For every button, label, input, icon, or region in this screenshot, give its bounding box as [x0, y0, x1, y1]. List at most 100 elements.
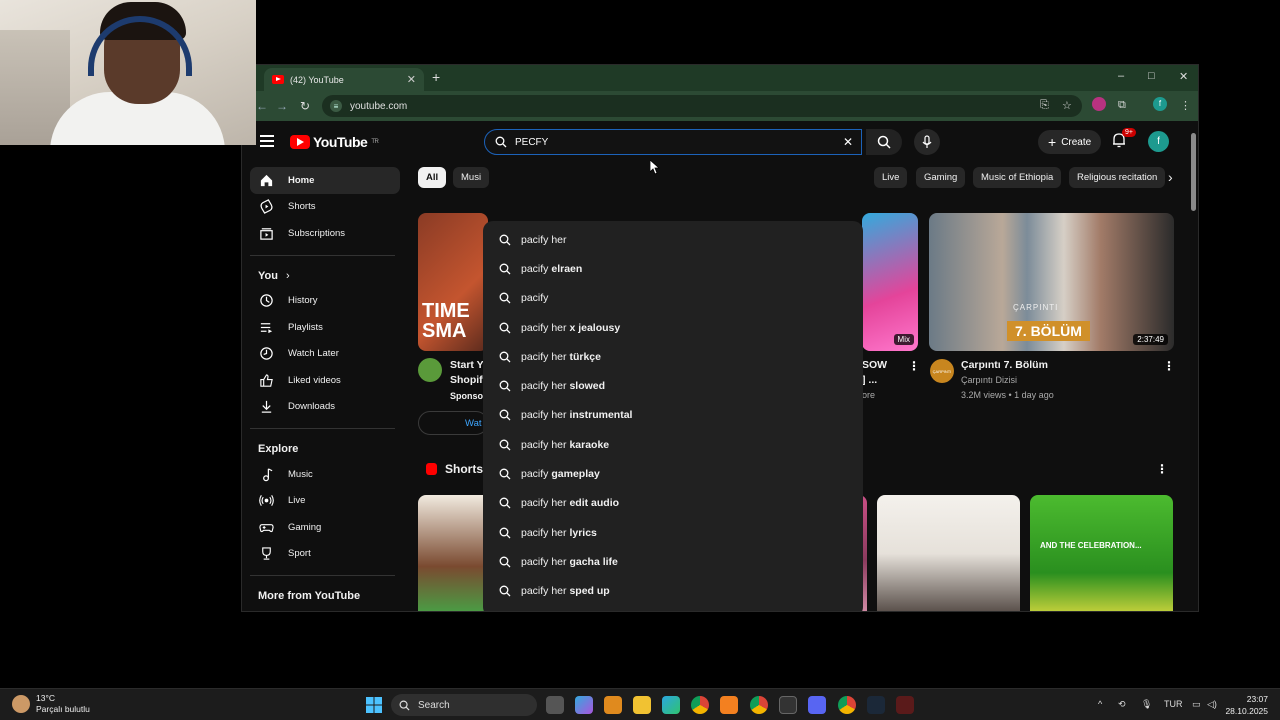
menu-hamburger-icon[interactable] [260, 135, 274, 147]
short-thumbnail-5[interactable]: AND THE CELEBRATION... [1030, 495, 1173, 611]
sidebar-item-playlists[interactable]: Playlists [250, 314, 400, 341]
sidebar-item-live[interactable]: Live [250, 488, 400, 515]
suggestion-item[interactable]: pacify her karaoke [483, 430, 863, 459]
video-title[interactable]: Çarpıntı 7. Bölüm [961, 359, 1048, 371]
chip-gaming[interactable]: Gaming [916, 167, 966, 188]
clear-search-icon[interactable]: ✕ [843, 135, 853, 149]
suggestion-item[interactable]: pacify gameplay [483, 459, 863, 488]
page-scrollbar-thumb[interactable] [1191, 133, 1196, 211]
discord-icon[interactable] [808, 696, 826, 714]
obs-icon[interactable] [779, 696, 797, 714]
search-button[interactable] [866, 129, 902, 155]
suggestion-item[interactable]: pacify her slowed [483, 371, 863, 400]
suggestion-item[interactable]: pacify [483, 284, 863, 313]
minimize-button[interactable]: – [1118, 70, 1124, 82]
sidebar-item-gaming[interactable]: Gaming [250, 514, 400, 541]
url-omnibox[interactable]: ≡ youtube.com [322, 95, 1082, 117]
mix-title-line-2[interactable]: ] ... [862, 374, 877, 386]
ad-watch-button[interactable]: Wat [418, 411, 488, 435]
extension-icon[interactable] [1092, 97, 1106, 111]
sidebar-you-heading[interactable]: You › [250, 264, 400, 288]
language-indicator[interactable]: TUR [1164, 699, 1183, 709]
video-more-icon[interactable]: ⋮ [1163, 359, 1175, 373]
chip-live[interactable]: Live [874, 167, 908, 188]
install-app-icon[interactable]: ⎘ [1040, 99, 1049, 112]
bookmark-star-icon[interactable]: ☆ [1062, 99, 1072, 112]
extensions-puzzle-icon[interactable]: ⧉ [1118, 99, 1126, 112]
create-button[interactable]: + Create [1038, 130, 1102, 154]
suggestion-item[interactable]: pacify her [483, 225, 863, 254]
chrome-icon[interactable] [691, 696, 709, 714]
chrome-profile-icon[interactable] [750, 696, 768, 714]
back-arrow-icon[interactable]: ← [256, 99, 268, 113]
browser-profile-avatar[interactable]: f [1153, 97, 1167, 111]
search-input[interactable] [515, 136, 835, 148]
shorts-more-icon[interactable]: ⋮ [1156, 462, 1168, 476]
mix-more-icon[interactable]: ⋮ [908, 359, 920, 373]
taskbar-search[interactable]: Search [391, 694, 537, 716]
taskbar-clock[interactable]: 23:07 28.10.2025 [1225, 693, 1268, 717]
mix-thumbnail[interactable]: Mix [862, 213, 918, 351]
chip-music-of-ethiopia[interactable]: Music of Ethiopia [973, 167, 1062, 188]
youtube-logo[interactable]: YouTube TR [290, 134, 379, 150]
weather-widget[interactable]: 13°C Parçalı bulutlu [12, 693, 90, 715]
volume-icon[interactable]: ◁) [1207, 699, 1217, 710]
sidebar-item-downloads[interactable]: Downloads [250, 394, 400, 421]
video-thumbnail-carpinti[interactable]: ÇARPINTI 7. BÖLÜM 2:37:49 [929, 213, 1174, 351]
sidebar-item-liked-videos[interactable]: Liked videos [250, 367, 400, 394]
ad-thumbnail[interactable]: TIME SMA [418, 213, 488, 351]
suggestion-item[interactable]: pacify her edit audio [483, 489, 863, 518]
suggestion-item[interactable]: pacify her lyrics [483, 518, 863, 547]
browser-menu-icon[interactable]: ⋮ [1180, 99, 1191, 112]
new-tab-button[interactable]: + [432, 69, 440, 85]
chip-religious-recitation[interactable]: Religious recitation [1069, 167, 1166, 188]
tray-overflow-icon[interactable]: ^ [1098, 699, 1102, 709]
suggestion-item[interactable]: pacify her instrumental [483, 401, 863, 430]
video-channel-name[interactable]: Çarpıntı Dizisi [961, 375, 1017, 385]
maximize-button[interactable]: □ [1148, 70, 1155, 82]
sidebar-item-shorts[interactable]: Shorts [250, 194, 400, 221]
reload-icon[interactable]: ↻ [300, 99, 310, 113]
task-view-icon[interactable] [546, 696, 564, 714]
sidebar-item-subscriptions[interactable]: Subscriptions [250, 220, 400, 247]
chip-music[interactable]: Musi [453, 167, 490, 188]
copilot-icon[interactable] [575, 696, 593, 714]
sidebar-item-watch-later[interactable]: Watch Later [250, 341, 400, 368]
sidebar-item-sport[interactable]: Sport [250, 541, 400, 568]
file-explorer-icon[interactable] [633, 696, 651, 714]
display-icon[interactable]: ▭ [1192, 699, 1201, 710]
app-a-icon[interactable] [604, 696, 622, 714]
game-app-icon[interactable] [896, 696, 914, 714]
sidebar-item-music[interactable]: Music [250, 461, 400, 488]
suggestion-item[interactable]: pacify her türkçe [483, 342, 863, 371]
suggestion-item[interactable]: pacify elraen [483, 254, 863, 283]
suggestion-item[interactable]: pacify her sped up [483, 577, 863, 606]
steam-icon[interactable] [867, 696, 885, 714]
chrome-active-icon[interactable] [838, 696, 856, 714]
site-info-icon[interactable]: ≡ [330, 100, 342, 112]
sidebar-item-home[interactable]: Home [250, 167, 400, 194]
mix-title-line-1[interactable]: SOW [862, 359, 887, 371]
mic-tray-icon[interactable]: 🎙 [1141, 699, 1152, 710]
create-label: Create [1061, 136, 1092, 148]
sidebar-item-history[interactable]: History [250, 288, 400, 315]
windows-start-icon[interactable] [366, 697, 382, 713]
channel-avatar[interactable]: ÇARPINTI [930, 359, 954, 383]
forward-arrow-icon[interactable]: → [276, 99, 288, 113]
account-avatar[interactable]: f [1148, 131, 1169, 152]
suggestion-item[interactable]: pacify her gacha life [483, 547, 863, 576]
search-box[interactable]: ✕ [484, 129, 862, 155]
voice-search-button[interactable] [914, 129, 940, 155]
cloudflare-icon[interactable] [720, 696, 738, 714]
chip-all[interactable]: All [418, 167, 447, 188]
tab-close-icon[interactable]: ✕ [407, 73, 416, 86]
chips-next-icon[interactable]: › [1168, 169, 1173, 185]
close-window-button[interactable]: ✕ [1179, 70, 1188, 83]
edge-icon[interactable] [662, 696, 680, 714]
suggestion-item[interactable]: pacify her x jealousy [483, 313, 863, 342]
network-sync-icon[interactable]: ⟲ [1118, 699, 1126, 710]
short-thumbnail-4[interactable] [877, 495, 1020, 611]
short-caption: AND THE CELEBRATION... [1040, 541, 1142, 550]
browser-tab-youtube[interactable]: (42) YouTube ✕ [264, 68, 424, 91]
ad-title-line-1[interactable]: Start Y [450, 359, 484, 371]
